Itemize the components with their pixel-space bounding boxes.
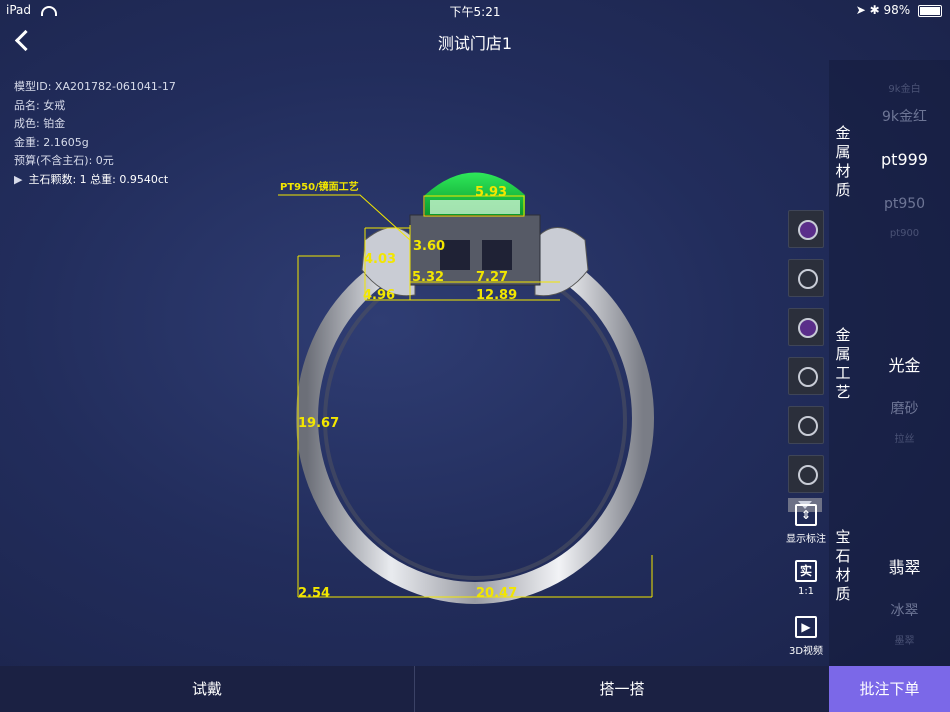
order-button[interactable]: 批注下单 [829,666,950,712]
gem-shine [430,200,520,214]
dim-label-8: 19.67 [298,416,339,431]
try-on-button[interactable]: 试戴 [0,666,414,712]
options-panel: 金属材质 9k金白 9k金红 pt999 pt950 pt900 金属工艺 光金… [829,60,950,666]
option-metal-1[interactable]: 9k金白 [859,80,950,95]
option-metal-3[interactable]: pt999 [859,150,950,169]
option-metal-5[interactable]: pt900 [859,228,950,239]
video-text: 3D视频 [788,646,824,657]
dim-label-1: 5.93 [475,185,507,200]
ruler-icon: ⇕ [795,504,817,526]
thumb-ring-5[interactable] [788,406,824,444]
dim-label-2: 3.60 [413,239,445,254]
video-camera-icon: ▶ [795,616,817,638]
ratio-button[interactable]: 实 1:1 [780,560,832,597]
metal-material-title: 金属材质 [835,124,851,199]
option-craft-1[interactable]: 光金 [859,352,950,376]
option-craft-3[interactable]: 拉丝 [859,430,950,445]
option-gem-2[interactable]: 冰翠 [859,600,950,620]
dim-label-3: 4.03 [364,252,396,267]
ring-thumb-icon [798,220,818,240]
thumb-ring-4[interactable] [788,357,824,395]
dim-label-5: 7.27 [476,270,508,285]
gem-material-title: 宝石材质 [835,528,851,603]
bottom-bar: 试戴 搭一搭 批注下单 [0,666,950,712]
ring-band-inner [323,260,627,580]
ring-thumb-icon [798,269,818,289]
thumb-ring-3[interactable] [788,308,824,346]
ring-thumb-icon [798,367,818,387]
craft-label: PT950/镜面工艺 [280,180,359,193]
dim-label-10: 20.47 [476,586,517,601]
match-button[interactable]: 搭一搭 [415,666,829,712]
video-button[interactable]: ▶ 3D视频 [780,616,832,657]
option-gem-1[interactable]: 翡翠 [859,554,950,578]
setting-slot-right [482,240,512,270]
metal-craft-title: 金属工艺 [835,326,851,401]
show-labels-text: 显示标注 [786,534,826,545]
thumb-ring-1[interactable] [788,210,824,248]
ring-thumb-icon [798,318,818,338]
ratio-text: 1:1 [797,586,815,597]
ring-thumb-icon [798,416,818,436]
dim-label-9: 2.54 [298,586,330,601]
option-gem-3[interactable]: 墨翠 [859,632,950,647]
ring-thumbnails [788,210,824,512]
thumb-ring-6[interactable] [788,455,824,493]
thumb-ring-2[interactable] [788,259,824,297]
ring-band [296,232,654,604]
option-metal-4[interactable]: pt950 [859,196,950,212]
option-metal-2[interactable]: 9k金红 [859,106,950,126]
dim-label-4: 5.32 [412,270,444,285]
show-labels-button[interactable]: ⇕ 显示标注 [780,504,832,545]
option-craft-2[interactable]: 磨砂 [859,398,950,418]
real-size-icon: 实 [795,560,817,582]
dim-label-7: 12.89 [476,288,517,303]
dim-label-6: 4.96 [363,288,395,303]
ring-thumb-icon [798,465,818,485]
